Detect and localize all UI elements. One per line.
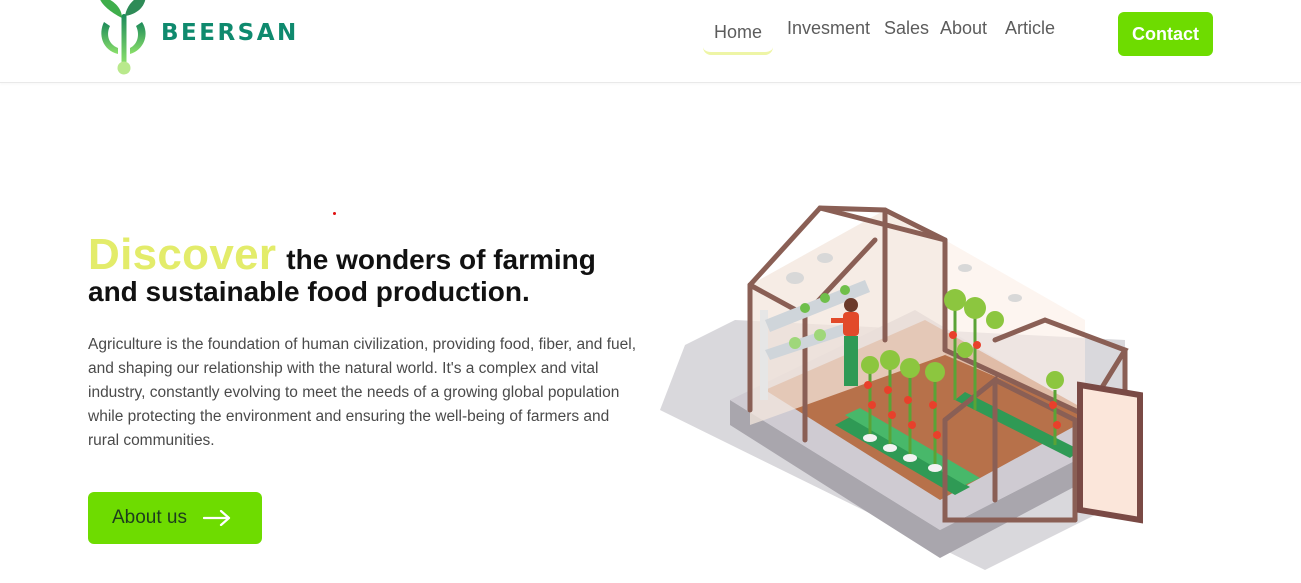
brand-name: BEERSAN	[161, 20, 299, 46]
decorative-dot	[333, 212, 336, 215]
brand-logo[interactable]: BEERSAN	[96, 0, 296, 80]
arrow-right-icon	[203, 510, 231, 526]
nav-item-about[interactable]: About	[940, 18, 987, 39]
contact-button[interactable]: Contact	[1118, 12, 1213, 56]
nav-item-article[interactable]: Article	[1005, 18, 1055, 39]
sprout-logo-icon	[100, 0, 146, 75]
top-navigation-bar: BEERSAN Home Invesment Sales About Artic…	[0, 0, 1301, 83]
hero-highlight-word: Discover	[88, 230, 277, 279]
nav-item-home[interactable]: Home	[703, 22, 773, 55]
hero-description: Agriculture is the foundation of human c…	[88, 336, 636, 449]
nav-item-invesment[interactable]: Invesment	[787, 18, 870, 39]
nav-item-sales[interactable]: Sales	[884, 18, 929, 39]
hero-title: Discover the wonders of farming and susta…	[88, 230, 648, 308]
hero-title-line2: and sustainable food production.	[88, 276, 530, 307]
about-us-button[interactable]: About us	[88, 492, 262, 544]
hero-title-line1: the wonders of farming	[286, 244, 596, 275]
greenhouse-illustration	[660, 205, 1143, 570]
about-us-label: About us	[112, 507, 187, 528]
